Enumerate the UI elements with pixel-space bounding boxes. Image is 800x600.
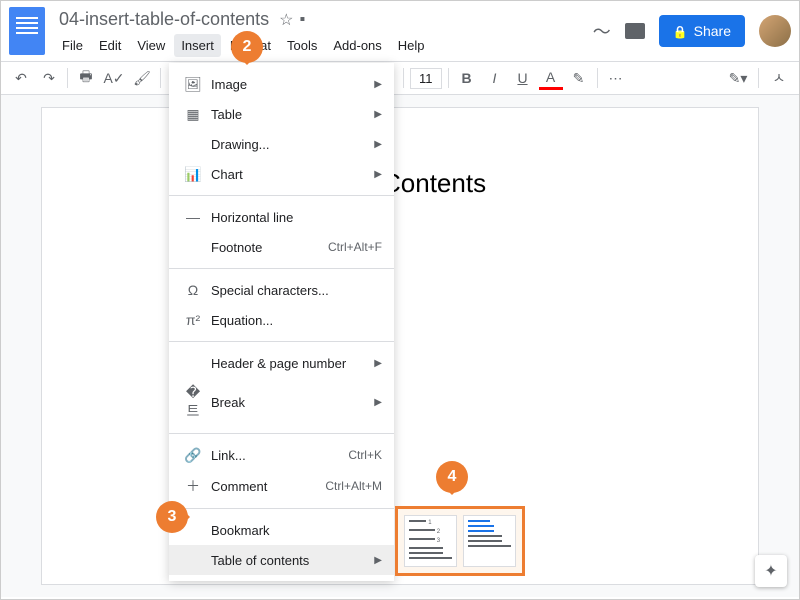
menu-edit[interactable]: Edit [92,34,128,57]
chevron-right-icon: ▶ [374,358,382,369]
callout-3: 3 [156,501,188,533]
lock-icon [673,23,688,39]
share-button[interactable]: Share [659,15,745,47]
insert-special-characters-[interactable]: ΩSpecial characters... [169,275,394,305]
toc-option-numbered[interactable]: 1 2 3 [404,515,457,567]
move-folder-icon[interactable]: ▪ [299,11,305,29]
chevron-right-icon: ▶ [374,555,382,566]
insert-table-of-contents[interactable]: Table of contents▶ [169,545,394,575]
callout-2: 2 [231,31,263,63]
docs-logo-icon[interactable] [9,7,45,55]
paint-format-icon[interactable]: 🖌 [130,66,154,90]
menu-item-icon: ＋ [181,476,205,496]
spellcheck-icon[interactable]: A✓ [102,66,126,90]
undo-icon[interactable]: ↶ [9,66,33,90]
chevron-right-icon: ▶ [374,397,382,408]
print-icon[interactable]: 🖶 [74,66,98,90]
page-heading: Contents [382,168,678,199]
menu-view[interactable]: View [130,34,172,57]
menu-item-icon: Ω [181,282,205,298]
insert-bookmark[interactable]: Bookmark [169,515,394,545]
star-icon[interactable]: ☆ [279,10,293,30]
share-label: Share [694,23,731,39]
bold-icon[interactable]: B [455,66,479,90]
menu-tools[interactable]: Tools [280,34,324,57]
menu-item-icon: 🔗 [181,447,205,464]
redo-icon[interactable]: ↷ [37,66,61,90]
menu-item-icon: �트 [181,384,205,421]
font-size-input[interactable]: 11 [410,68,442,89]
editing-mode-icon[interactable]: ✎▾ [726,66,750,90]
activity-icon[interactable]: 〜 [593,18,611,44]
callout-4: 4 [436,461,468,493]
menu-item-icon: π² [181,312,205,328]
menu-item-icon: — [181,209,205,225]
text-color-icon[interactable]: A [539,66,563,90]
insert-break[interactable]: �트Break▶ [169,378,394,427]
chevron-right-icon: ▶ [374,109,382,120]
insert-chart[interactable]: 📊Chart▶ [169,159,394,189]
menubar: FileEditViewInsertFormatToolsAdd-onsHelp [55,34,593,57]
explore-button[interactable]: ✦ [755,555,787,587]
chevron-up-icon[interactable]: ㅅ [767,66,791,90]
insert-header-page-number[interactable]: Header & page number▶ [169,348,394,378]
insert-equation-[interactable]: π²Equation... [169,305,394,335]
toc-option-links[interactable] [463,515,516,567]
menu-item-icon: 🖼 [181,76,205,93]
menu-item-icon: ▦ [181,106,205,123]
chevron-right-icon: ▶ [374,79,382,90]
document-title[interactable]: 04-insert-table-of-contents [55,7,273,32]
toc-submenu: 1 2 3 [395,506,525,576]
menu-item-icon: 📊 [181,166,205,183]
insert-drawing-[interactable]: Drawing...▶ [169,129,394,159]
underline-icon[interactable]: U [511,66,535,90]
highlight-icon[interactable]: ✎ [567,66,591,90]
user-avatar[interactable] [759,15,791,47]
insert-comment[interactable]: ＋CommentCtrl+Alt+M [169,470,394,502]
insert-table[interactable]: ▦Table▶ [169,99,394,129]
insert-link-[interactable]: 🔗Link...Ctrl+K [169,440,394,470]
insert-horizontal-line[interactable]: —Horizontal line [169,202,394,232]
insert-menu-dropdown: 🖼Image▶▦Table▶Drawing...▶📊Chart▶ —Horizon… [169,63,394,581]
menu-insert[interactable]: Insert [174,34,221,57]
insert-footnote[interactable]: FootnoteCtrl+Alt+F [169,232,394,262]
more-icon[interactable]: ⋯ [604,66,628,90]
comments-icon[interactable] [625,23,645,39]
menu-file[interactable]: File [55,34,90,57]
menu-add-ons[interactable]: Add-ons [326,34,388,57]
insert-image[interactable]: 🖼Image▶ [169,69,394,99]
menu-help[interactable]: Help [391,34,432,57]
chevron-right-icon: ▶ [374,139,382,150]
italic-icon[interactable]: I [483,66,507,90]
chevron-right-icon: ▶ [374,169,382,180]
toolbar: ↶ ↷ 🖶 A✓ 🖌 11 B I U A ✎ ⋯ ✎▾ ㅅ [1,61,799,95]
